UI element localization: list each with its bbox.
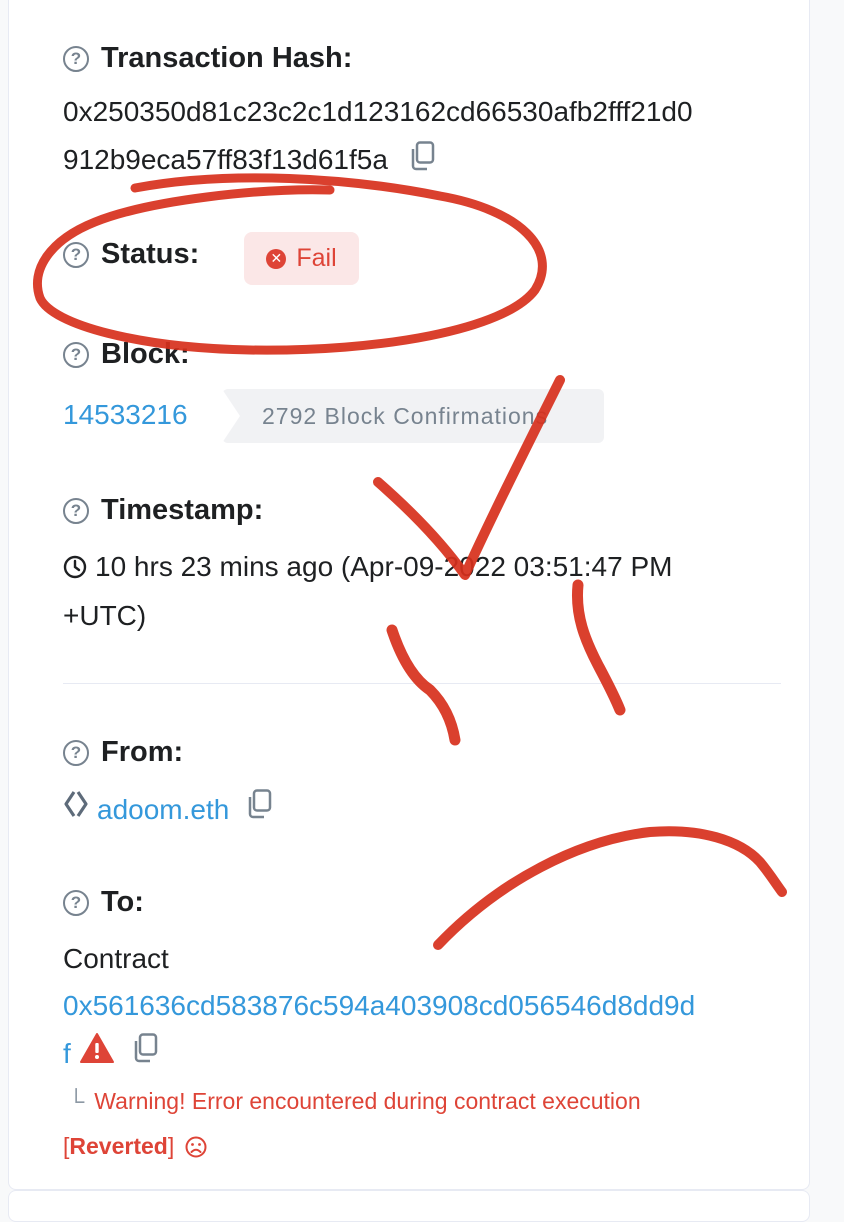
to-row: ? To: <box>63 886 144 919</box>
block-label: Block: <box>101 338 190 370</box>
to-contract-type: Contract <box>63 943 169 974</box>
ens-logo-icon <box>63 789 89 830</box>
reverted-status: [Reverted] <box>63 1133 207 1164</box>
to-address-line-2[interactable]: f <box>63 1034 71 1074</box>
x-circle-icon: ✕ <box>266 248 287 269</box>
timestamp-line-2: +UTC) <box>63 600 147 631</box>
warning-triangle-icon <box>79 1032 115 1075</box>
to-label: To: <box>101 886 144 918</box>
timestamp-row: ? Timestamp: <box>63 494 263 527</box>
timestamp-label: Timestamp: <box>101 494 264 526</box>
to-address-line-2-row: f <box>63 1032 159 1075</box>
question-circle-icon[interactable]: ? <box>63 497 89 524</box>
clock-icon <box>63 550 87 590</box>
question-circle-icon[interactable]: ? <box>63 341 89 368</box>
question-circle-icon[interactable]: ? <box>63 739 89 766</box>
frown-icon <box>185 1136 207 1164</box>
block-row: ? Block: <box>63 338 190 371</box>
tx-hash-value: 0x250350d81c23c2c1d123162cd66530afb2fff2… <box>63 92 693 182</box>
tx-hash-label: Transaction Hash: <box>101 42 353 74</box>
from-address-link[interactable]: adoom.eth <box>97 790 229 830</box>
corner-arrow-icon: └ <box>68 1088 85 1114</box>
status-badge: ✕ Fail <box>244 232 359 285</box>
reverted-bracket-close: ] <box>167 1133 175 1159</box>
from-row: ? From: <box>63 736 183 769</box>
status-row: ? Status: <box>63 238 199 271</box>
question-circle-icon[interactable]: ? <box>63 889 89 916</box>
tx-hash-line-1: 0x250350d81c23c2c1d123162cd66530afb2fff2… <box>63 96 693 127</box>
block-confirmations-badge: 2792 Block Confirmations <box>222 389 604 443</box>
from-label: From: <box>101 736 184 768</box>
section-divider <box>63 683 781 684</box>
reverted-label: Reverted <box>69 1133 168 1159</box>
timestamp-value: 10 hrs 23 mins ago (Apr-09-2022 03:51:47… <box>63 547 672 636</box>
to-address-line-1[interactable]: 0x561636cd583876c594a403908cd056546d8dd9… <box>63 986 695 1026</box>
copy-icon[interactable] <box>133 1033 159 1074</box>
timestamp-line-1: 10 hrs 23 mins ago (Apr-09-2022 03:51:47… <box>95 551 673 582</box>
tx-hash-row: ? Transaction Hash: <box>63 42 352 75</box>
tx-hash-line-2: 912b9eca57ff83f13d61f5a <box>63 144 388 175</box>
next-card <box>8 1190 810 1222</box>
status-value: Fail <box>296 244 337 272</box>
copy-icon[interactable] <box>247 789 273 830</box>
execution-warning: └ Warning! Error encountered during contr… <box>68 1088 641 1115</box>
question-circle-icon[interactable]: ? <box>63 241 89 268</box>
copy-icon[interactable] <box>410 141 436 182</box>
block-number-link[interactable]: 14533216 <box>63 395 188 435</box>
status-label: Status: <box>101 238 200 270</box>
from-value: adoom.eth <box>63 789 273 830</box>
question-circle-icon[interactable]: ? <box>63 45 89 72</box>
warning-text: Warning! Error encountered during contra… <box>94 1088 641 1114</box>
